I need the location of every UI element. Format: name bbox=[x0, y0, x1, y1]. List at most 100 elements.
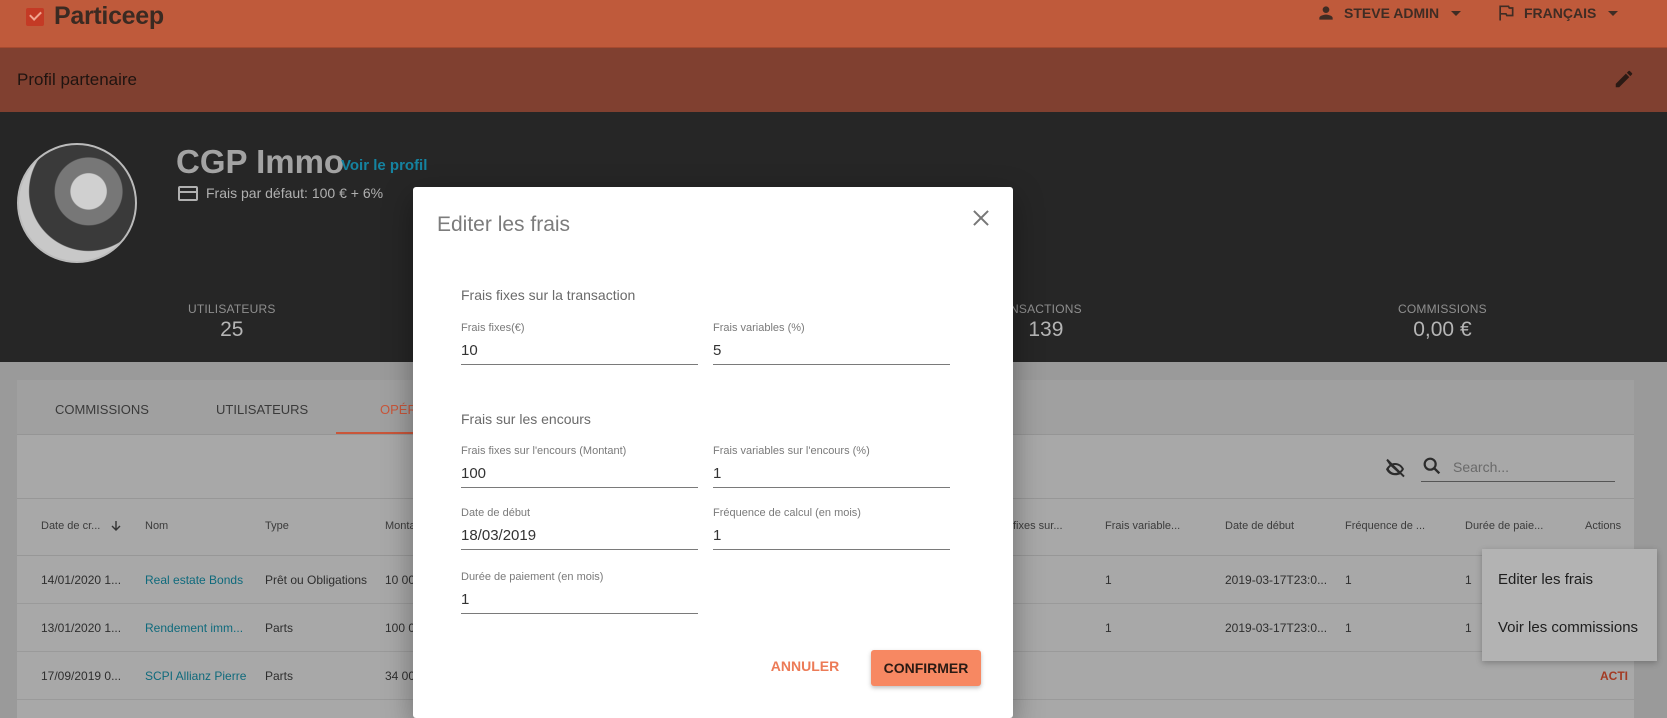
stat-commissions: COMMISSIONS 0,00 € bbox=[1398, 302, 1487, 342]
duration-label: Durée de paiement (en mois) bbox=[461, 571, 604, 583]
stat-value: 25 bbox=[220, 318, 244, 341]
avatar bbox=[17, 143, 137, 263]
cell-name-link[interactable]: Real estate Bonds bbox=[145, 573, 243, 587]
app-logo[interactable]: Particeep bbox=[26, 2, 164, 31]
cancel-button[interactable]: ANNULER bbox=[770, 650, 840, 682]
default-fees: Frais par défaut: 100 € + 6% bbox=[178, 185, 383, 201]
row-actions-menu: Editer les frais Voir les commissions bbox=[1482, 549, 1657, 661]
search-input[interactable]: Search... bbox=[1421, 455, 1615, 482]
default-fees-text: Frais par défaut: 100 € + 6% bbox=[206, 185, 384, 201]
start-date-label: Date de début bbox=[461, 507, 531, 519]
dialog-title: Editer les frais bbox=[437, 213, 571, 236]
user-menu[interactable]: STEVE ADMIN bbox=[1316, 3, 1462, 23]
partner-name: CGP Immo bbox=[176, 143, 345, 180]
section-outstanding-fees: Frais sur les encours bbox=[461, 411, 591, 427]
cell-amount: 10 00 bbox=[385, 573, 416, 587]
fixed-fee-label: Frais fixes(€) bbox=[461, 322, 525, 334]
logo-text: Particeep bbox=[54, 2, 164, 30]
cell-amount: 100 0 bbox=[385, 621, 416, 635]
variable-fee-input[interactable] bbox=[713, 336, 950, 365]
stat-users: UTILISATEURS 25 bbox=[188, 302, 276, 342]
outstanding-variable-label: Frais variables sur l'encours (%) bbox=[713, 445, 870, 457]
credit-card-icon bbox=[178, 185, 198, 201]
fixed-fee-input[interactable] bbox=[461, 336, 698, 365]
stat-value: 0,00 € bbox=[1413, 318, 1472, 341]
search-icon bbox=[1423, 457, 1441, 475]
col-type[interactable]: Type bbox=[265, 520, 289, 532]
duration-field: Durée de paiement (en mois) bbox=[461, 571, 698, 614]
col-actions: Actions bbox=[1585, 520, 1622, 532]
col-duration[interactable]: Durée de paie... bbox=[1465, 520, 1543, 532]
language-label: FRANÇAIS bbox=[1524, 5, 1597, 21]
start-date-field: Date de début bbox=[461, 507, 698, 550]
search-placeholder: Search... bbox=[1453, 459, 1510, 475]
variable-fee-field: Frais variables (%) bbox=[713, 322, 950, 365]
logo-icon bbox=[26, 7, 44, 26]
close-icon[interactable] bbox=[972, 209, 990, 227]
cell-date: 17/09/2019 0... bbox=[41, 669, 122, 683]
top-bar: Particeep STEVE ADMIN FRANÇAIS bbox=[0, 0, 1667, 48]
stat-value: 139 bbox=[1028, 318, 1064, 341]
arrow-down-icon[interactable] bbox=[110, 520, 122, 532]
col-frequency[interactable]: Fréquence de ... bbox=[1345, 520, 1425, 532]
cell-frequency: 1 bbox=[1345, 573, 1352, 587]
outstanding-fixed-field: Frais fixes sur l'encours (Montant) bbox=[461, 445, 698, 488]
col-name[interactable]: Nom bbox=[145, 520, 168, 532]
cell-duration: 1 bbox=[1465, 621, 1472, 635]
outstanding-fixed-label: Frais fixes sur l'encours (Montant) bbox=[461, 445, 627, 457]
variable-fee-label: Frais variables (%) bbox=[713, 322, 805, 334]
col-start-date[interactable]: Date de début bbox=[1225, 520, 1294, 532]
col-fixed-fees[interactable]: fixes sur... bbox=[1013, 520, 1063, 532]
cell-amount: 34 00 bbox=[385, 669, 416, 683]
visibility-off-icon[interactable] bbox=[1383, 457, 1407, 481]
frequency-field: Fréquence de calcul (en mois) bbox=[713, 507, 950, 550]
page-title: Profil partenaire bbox=[17, 70, 138, 89]
cell-frequency: 1 bbox=[1345, 621, 1352, 635]
confirm-button[interactable]: CONFIRMER bbox=[871, 650, 981, 686]
duration-input[interactable] bbox=[461, 585, 698, 614]
section-transaction-fees: Frais fixes sur la transaction bbox=[461, 287, 636, 303]
actions-button[interactable]: ACTI bbox=[1600, 669, 1628, 683]
user-name: STEVE ADMIN bbox=[1344, 5, 1440, 21]
cell-type: Parts bbox=[265, 621, 294, 635]
frequency-input[interactable] bbox=[713, 521, 950, 550]
stat-label: COMMISSIONS bbox=[1398, 302, 1487, 316]
cell-variable-fee: 1 bbox=[1105, 573, 1112, 587]
view-profile-link[interactable]: Voir le profil bbox=[341, 157, 427, 174]
cell-name-link[interactable]: SCPI Allianz Pierre bbox=[145, 669, 246, 683]
cell-date: 14/01/2020 1... bbox=[41, 573, 122, 587]
menu-item-edit-fees[interactable]: Editer les frais bbox=[1498, 571, 1593, 588]
pencil-icon[interactable] bbox=[1613, 68, 1635, 90]
outstanding-variable-field: Frais variables sur l'encours (%) bbox=[713, 445, 950, 488]
cell-type: Parts bbox=[265, 669, 294, 683]
flag-icon bbox=[1499, 5, 1514, 21]
sub-header: Profil partenaire bbox=[0, 48, 1667, 112]
fixed-fee-field: Frais fixes(€) bbox=[461, 322, 698, 365]
chevron-down-icon bbox=[1608, 10, 1619, 16]
stat-transactions: NSACTIONS 139 bbox=[1010, 302, 1082, 342]
table-toolbar: Search... bbox=[1383, 455, 1615, 482]
person-icon bbox=[1319, 6, 1333, 20]
cell-duration: 1 bbox=[1465, 573, 1472, 587]
edit-fees-dialog: Editer les frais Frais fixes sur la tran… bbox=[413, 187, 1013, 718]
col-created-date[interactable]: Date de cr... bbox=[41, 520, 100, 532]
frequency-label: Fréquence de calcul (en mois) bbox=[713, 507, 861, 519]
menu-item-view-commissions[interactable]: Voir les commissions bbox=[1498, 619, 1638, 636]
cell-date: 13/01/2020 1... bbox=[41, 621, 122, 635]
language-menu[interactable]: FRANÇAIS bbox=[1496, 3, 1619, 23]
chevron-down-icon bbox=[1451, 10, 1462, 16]
start-date-input[interactable] bbox=[461, 521, 698, 550]
cell-start-date: 2019-03-17T23:0... bbox=[1225, 621, 1328, 635]
cell-type: Prêt ou Obligations bbox=[265, 573, 368, 587]
col-amount[interactable]: Monta bbox=[385, 520, 416, 532]
outstanding-fixed-input[interactable] bbox=[461, 459, 698, 488]
cell-name-link[interactable]: Rendement imm... bbox=[145, 621, 243, 635]
col-variable-fees[interactable]: Frais variable... bbox=[1105, 520, 1180, 532]
cell-start-date: 2019-03-17T23:0... bbox=[1225, 573, 1328, 587]
tab-users[interactable]: UTILISATEURS bbox=[216, 402, 308, 417]
stat-label: UTILISATEURS bbox=[188, 302, 276, 316]
cell-variable-fee: 1 bbox=[1105, 621, 1112, 635]
tab-commissions[interactable]: COMMISSIONS bbox=[55, 402, 149, 417]
outstanding-variable-input[interactable] bbox=[713, 459, 950, 488]
stat-label: NSACTIONS bbox=[1010, 302, 1082, 316]
